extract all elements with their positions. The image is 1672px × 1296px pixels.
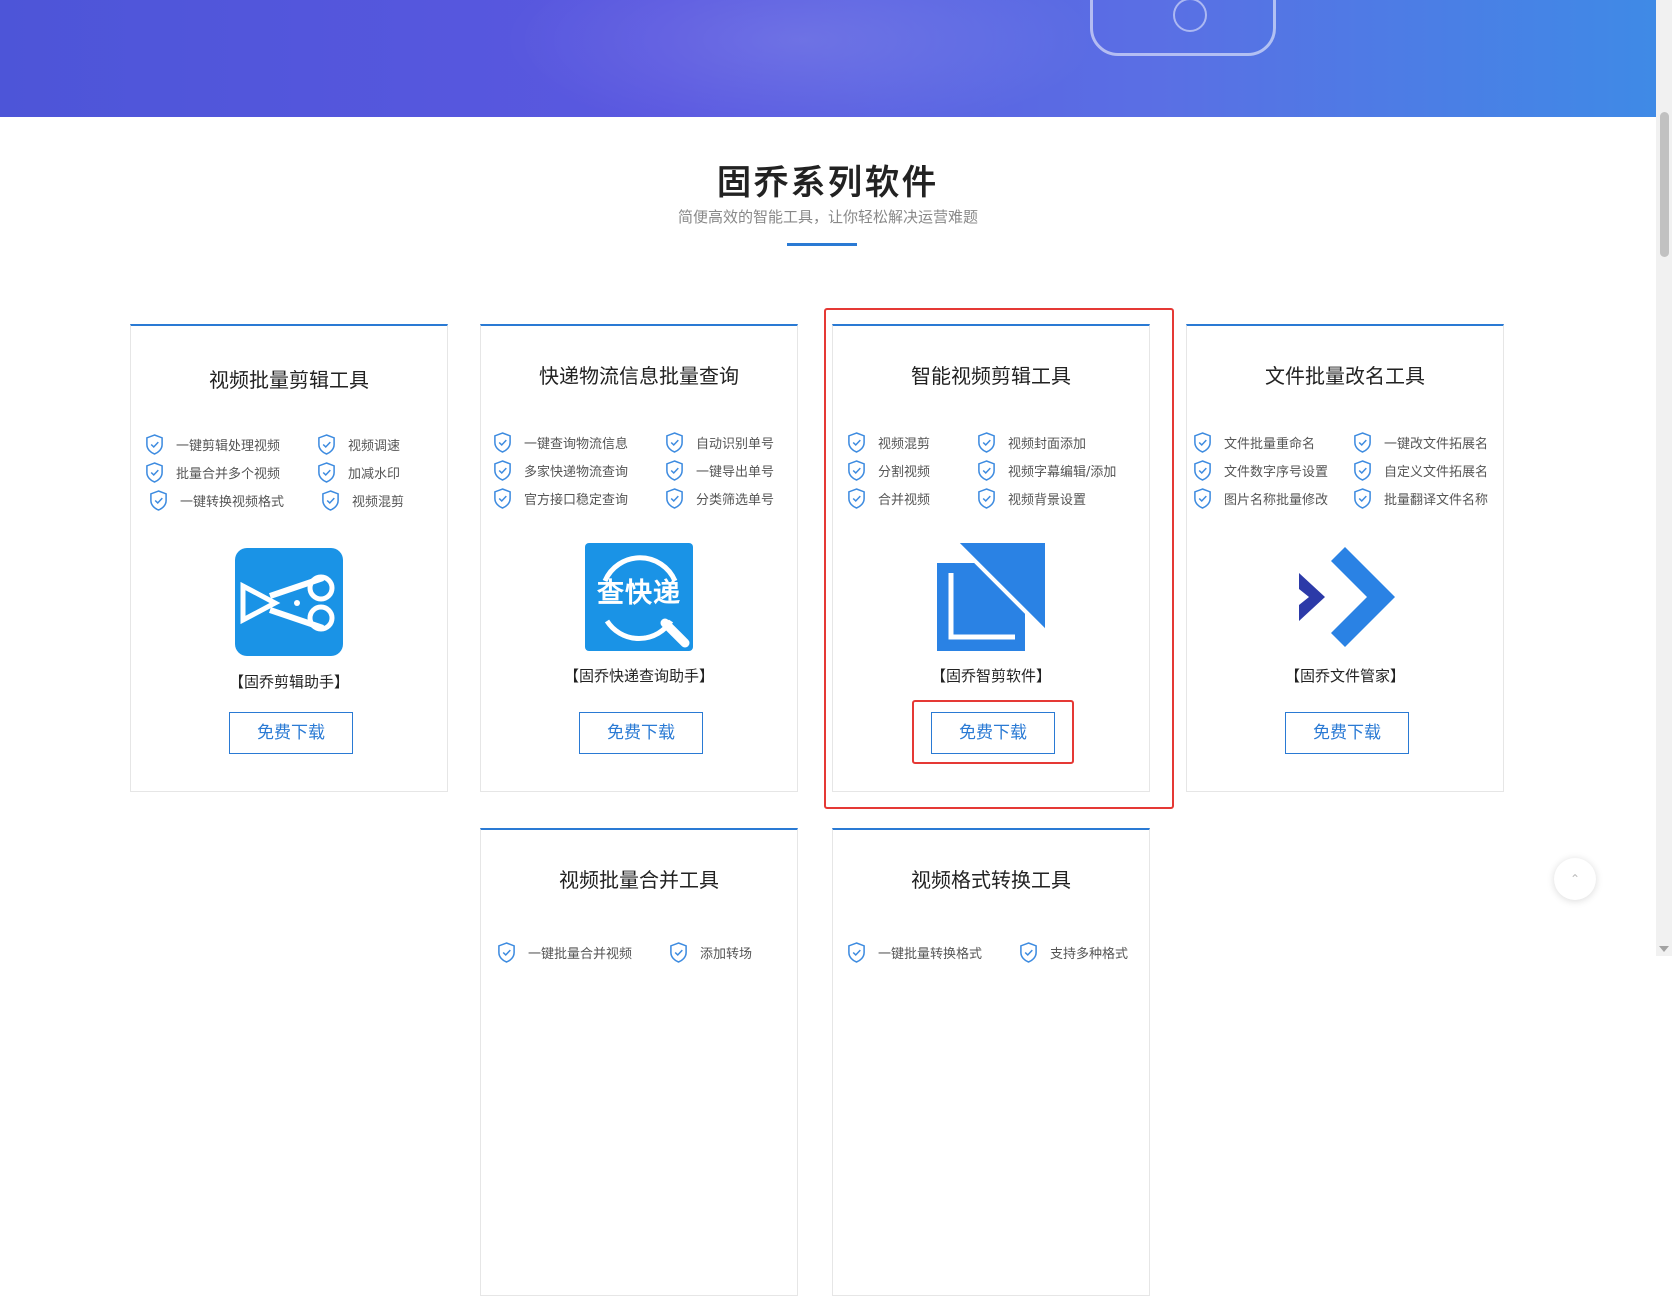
product-card-express-query: 快递物流信息批量查询 一键查询物流信息 自动识别单号 多家快递物流查询 一键导出… [480, 324, 798, 792]
shield-check-icon [1354, 432, 1371, 453]
product-name: 【固乔剪辑助手】 [228, 673, 349, 691]
feature-item: 一键改文件拓展名 [1353, 432, 1488, 453]
magnifier-icon [602, 555, 690, 648]
shield-check-icon [666, 488, 683, 509]
feature-item: 文件数字序号设置 [1193, 460, 1328, 481]
page-scrollbar[interactable] [1656, 0, 1672, 956]
card-title: 视频批量剪辑工具 [209, 368, 369, 392]
free-download-button[interactable]: 免费下载 [229, 712, 353, 754]
shield-check-icon [318, 462, 335, 483]
shield-check-icon [322, 490, 339, 511]
shield-check-icon [1020, 942, 1037, 963]
card-title: 视频批量合并工具 [559, 868, 719, 892]
shield-check-icon [1194, 432, 1211, 453]
feature-item: 图片名称批量修改 [1193, 488, 1328, 509]
scrollbar-thumb[interactable] [1660, 112, 1669, 257]
feature-item: 官方接口稳定查询 [493, 488, 628, 509]
shield-check-icon [150, 490, 167, 511]
feature-item: 加减水印 [317, 462, 400, 483]
section-subtitle: 简便高效的智能工具，让你轻松解决运营难题 [677, 208, 978, 226]
feature-item: 添加转场 [669, 942, 752, 963]
shield-check-icon [1354, 460, 1371, 481]
feature-item: 视频混剪 [321, 490, 404, 511]
product-card-video-merge: 视频批量合并工具 一键批量合并视频 添加转场 [480, 828, 798, 1296]
express-search-icon: 查快递 [585, 543, 693, 651]
feature-item: 批量翻译文件名称 [1353, 488, 1488, 509]
feature-item: 一键查询物流信息 [493, 432, 628, 453]
chevron-up-icon: ⌃ [1569, 872, 1581, 886]
product-card-file-rename: 文件批量改名工具 文件批量重命名 一键改文件拓展名 文件数字序号设置 自定义文件… [1186, 324, 1504, 792]
section-title: 固乔系列软件 [717, 163, 939, 203]
feature-item: 一键剪辑处理视频 [145, 434, 280, 455]
feature-item: 支持多种格式 [1019, 942, 1128, 963]
feature-item: 批量合并多个视频 [145, 462, 280, 483]
product-card-video-convert: 视频格式转换工具 一键批量转换格式 支持多种格式 [832, 828, 1150, 1296]
shield-check-icon [848, 942, 865, 963]
highlight-button-outline [912, 700, 1074, 764]
card-title: 文件批量改名工具 [1265, 364, 1425, 388]
feature-item: 分类筛选单号 [665, 488, 774, 509]
shield-check-icon [1194, 460, 1211, 481]
shield-check-icon [1354, 488, 1371, 509]
product-card-video-batch-edit: 视频批量剪辑工具 一键剪辑处理视频 视频调速 批量合并多个视频 加减水印 一键转… [130, 324, 448, 792]
feature-item: 自动识别单号 [665, 432, 774, 453]
shield-check-icon [498, 942, 515, 963]
shield-check-icon [666, 460, 683, 481]
file-manager-icon [1299, 547, 1395, 647]
feature-item: 文件批量重命名 [1193, 432, 1315, 453]
shield-check-icon [146, 462, 163, 483]
feature-item: 视频调速 [317, 434, 400, 455]
shield-check-icon [1194, 488, 1211, 509]
feature-item: 一键导出单号 [665, 460, 774, 481]
card-title: 快递物流信息批量查询 [539, 364, 739, 388]
shield-check-icon [494, 460, 511, 481]
card-title: 视频格式转换工具 [911, 868, 1071, 892]
scissors-icon [235, 548, 343, 656]
feature-item: 一键转换视频格式 [149, 490, 284, 511]
feature-item: 一键批量转换格式 [847, 942, 982, 963]
shield-check-icon [666, 432, 683, 453]
shield-check-icon [494, 432, 511, 453]
shield-check-icon [146, 434, 163, 455]
free-download-button[interactable]: 免费下载 [1285, 712, 1409, 754]
shield-check-icon [670, 942, 687, 963]
product-name: 【固乔快递查询助手】 [563, 667, 714, 685]
shield-check-icon [494, 488, 511, 509]
scroll-down-arrow-icon[interactable] [1659, 946, 1669, 952]
top-banner [0, 0, 1656, 117]
banner-glow [500, 0, 1100, 117]
feature-item: 自定义文件拓展名 [1353, 460, 1488, 481]
feature-item: 一键批量合并视频 [497, 942, 632, 963]
feature-item: 多家快递物流查询 [493, 460, 628, 481]
free-download-button[interactable]: 免费下载 [579, 712, 703, 754]
product-name: 【固乔文件管家】 [1284, 667, 1405, 685]
shield-check-icon [318, 434, 335, 455]
back-to-top-button[interactable]: ⌃ [1554, 858, 1596, 900]
title-underline [787, 243, 857, 246]
